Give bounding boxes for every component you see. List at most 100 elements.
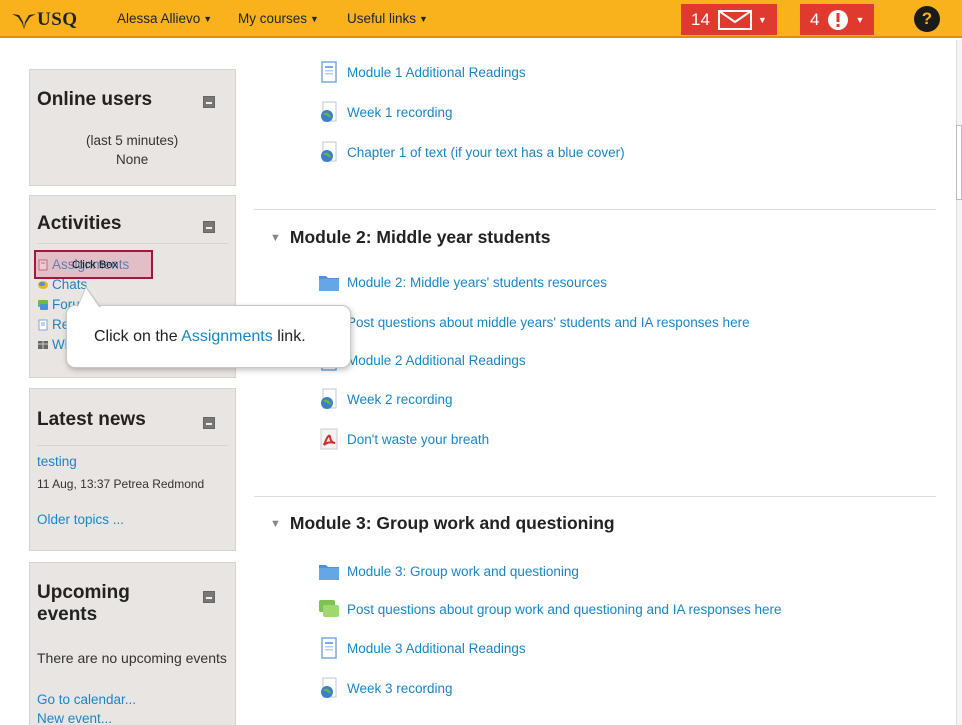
activity-row[interactable]: Don't waste your breath [318, 428, 489, 450]
exclamation-icon [828, 9, 849, 30]
folder-icon [319, 276, 339, 291]
section-title: Module 2: Middle year students [289, 227, 551, 247]
section-toggle-icon[interactable]: ▼ [270, 518, 281, 530]
click-box-highlight[interactable]: Click Box [34, 250, 153, 279]
activity-row[interactable]: Module 3: Group work and questioning [318, 560, 579, 582]
forum-icon [38, 299, 48, 310]
online-users-block: Online users (last 5 minutes) None [29, 69, 236, 186]
usq-logo[interactable]: USQ [12, 9, 78, 31]
activity-row[interactable]: Week 2 recording [318, 388, 453, 410]
new-event-link[interactable]: New event... [37, 711, 112, 725]
envelope-icon [717, 9, 752, 30]
section-toggle-icon[interactable]: ▼ [270, 232, 281, 244]
scrollbar-thumb[interactable] [956, 125, 962, 200]
folder-icon [319, 565, 339, 580]
activity-row[interactable]: Week 3 recording [318, 677, 453, 699]
activities-title: Activities [37, 213, 122, 234]
collapse-icon[interactable] [203, 591, 215, 603]
older-topics-link[interactable]: Older topics ... [37, 512, 124, 527]
upcoming-title-line2: events [37, 604, 98, 625]
brand-text: USQ [37, 9, 78, 30]
callout-pointer-fill [78, 288, 99, 307]
activity-link[interactable]: Don't waste your breath [347, 432, 489, 447]
page-icon [321, 637, 337, 659]
activity-link[interactable]: Chapter 1 of text (if your text has a bl… [347, 145, 625, 160]
section-divider [254, 496, 936, 497]
my-courses-menu[interactable]: My courses ▼ [238, 11, 319, 26]
section-divider [254, 209, 936, 210]
online-users-value: None [116, 152, 149, 167]
callout-text: Click on the Assignments link. [94, 328, 306, 346]
latest-news-title: Latest news [37, 409, 146, 430]
callout-highlight: Assignments [181, 327, 273, 345]
activity-row[interactable]: Module 3 Additional Readings [318, 637, 526, 659]
user-menu-label: Alessa Allievo [117, 11, 201, 26]
activity-row[interactable]: Module 2: Middle years' students resourc… [318, 271, 607, 293]
divider [37, 445, 228, 446]
url-globe-icon [321, 388, 337, 409]
page-icon [321, 61, 337, 83]
chat-icon [38, 280, 48, 289]
activity-link[interactable]: Week 2 recording [347, 392, 453, 407]
collapse-icon[interactable] [203, 221, 215, 233]
section-title: Module 3: Group work and questioning [289, 513, 615, 533]
activity-row[interactable]: Module 1 Additional Readings [318, 61, 526, 83]
activity-row[interactable]: Week 1 recording [318, 101, 453, 123]
messages-count: 14 [691, 9, 710, 29]
no-upcoming-events: There are no upcoming events [37, 650, 227, 666]
help-icon[interactable]: ? [914, 6, 940, 32]
caret-down-icon: ▼ [757, 14, 767, 25]
caret-down-icon: ▼ [203, 14, 213, 24]
useful-links-menu[interactable]: Useful links ▼ [347, 11, 428, 26]
activity-link[interactable]: Module 3: Group work and questioning [347, 564, 579, 579]
latest-news-block: Latest news testing 11 Aug, 13:37 Petrea… [29, 388, 236, 551]
activity-row[interactable]: Post questions about middle years' stude… [318, 311, 750, 333]
messages-badge[interactable]: 14 ▼ [681, 4, 777, 35]
useful-links-label: Useful links [347, 11, 417, 26]
upcoming-title-line1: Upcoming [37, 582, 130, 603]
activity-link[interactable]: Post questions about middle years' stude… [347, 315, 750, 330]
bird-logo-icon [12, 14, 36, 29]
activity-link[interactable]: Module 3 Additional Readings [347, 641, 526, 656]
wiki-icon [38, 340, 48, 349]
activity-link[interactable]: Week 1 recording [347, 105, 453, 120]
collapse-icon[interactable] [203, 417, 215, 429]
go-to-calendar-link[interactable]: Go to calendar... [37, 692, 136, 707]
alerts-count: 4 [810, 9, 820, 29]
news-item-link[interactable]: testing [37, 454, 77, 469]
url-globe-icon [321, 101, 337, 122]
activity-link[interactable]: Module 1 Additional Readings [347, 65, 526, 80]
divider [37, 243, 228, 244]
page-scrollbar[interactable] [956, 40, 962, 725]
tutorial-callout: Click on the Assignments link. [66, 286, 351, 368]
activity-link[interactable]: Module 2: Middle years' students resourc… [347, 275, 607, 290]
callout-text-after: link. [272, 327, 306, 345]
section-module-3[interactable]: ▼ Module 3: Group work and questioning [270, 513, 615, 534]
activity-link[interactable]: Post questions about group work and ques… [347, 602, 782, 617]
callout-text-before: Click on the [94, 327, 182, 345]
news-item-meta: 11 Aug, 13:37 Petrea Redmond [37, 477, 205, 491]
alerts-badge[interactable]: 4 ▼ [800, 4, 875, 35]
user-menu[interactable]: Alessa Allievo ▼ [117, 11, 212, 26]
upcoming-events-title: Upcoming events [37, 582, 130, 626]
click-box-label: Click Box [72, 259, 118, 271]
caret-down-icon: ▼ [855, 14, 865, 25]
url-globe-icon [321, 141, 337, 162]
caret-down-icon: ▼ [419, 14, 428, 24]
resource-icon [38, 319, 48, 330]
url-globe-icon [321, 677, 337, 698]
activity-link[interactable]: Week 3 recording [347, 681, 453, 696]
my-courses-label: My courses [238, 11, 308, 26]
top-navbar: USQ Alessa Allievo ▼ My courses ▼ Useful l… [0, 0, 962, 38]
activity-row[interactable]: Chapter 1 of text (if your text has a bl… [318, 141, 625, 163]
upcoming-events-block: Upcoming events There are no upcoming ev… [29, 562, 236, 725]
online-users-subtitle: (last 5 minutes) [86, 133, 179, 148]
section-module-2[interactable]: ▼ Module 2: Middle year students [270, 227, 551, 248]
pdf-icon [320, 428, 338, 450]
forum-icon [319, 600, 339, 617]
activity-link[interactable]: Module 2 Additional Readings [347, 353, 526, 368]
collapse-icon[interactable] [203, 96, 215, 108]
online-users-title: Online users [37, 89, 153, 110]
activity-row[interactable]: Post questions about group work and ques… [318, 598, 782, 620]
caret-down-icon: ▼ [310, 14, 319, 24]
